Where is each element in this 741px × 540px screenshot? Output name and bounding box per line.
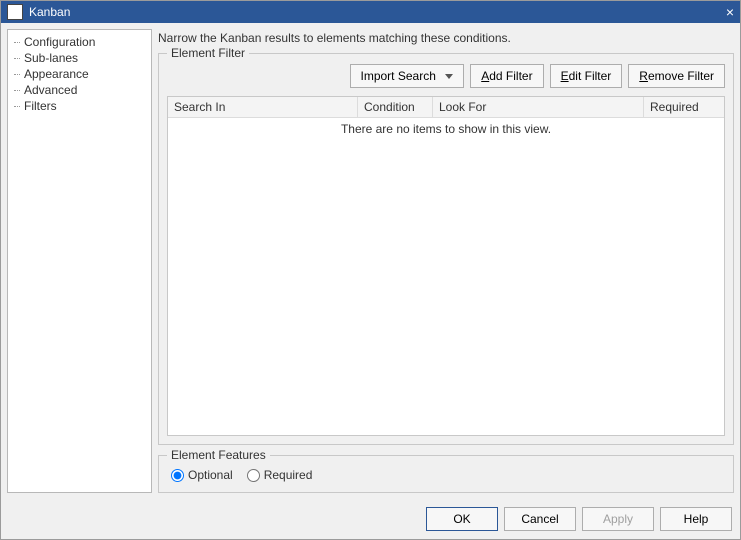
help-button[interactable]: Help (660, 507, 732, 531)
element-features-group: Element Features Optional Required (158, 455, 734, 493)
cancel-button[interactable]: Cancel (504, 507, 576, 531)
dialog-window: Kanban × Configuration Sub-lanes Appeara… (0, 0, 741, 540)
remove-filter-button[interactable]: Remove Filter (628, 64, 725, 88)
filter-toolbar: Import Search Add Filter Edit Filter Rem… (167, 64, 725, 88)
tree-item-advanced[interactable]: Advanced (10, 82, 149, 98)
filter-table: Search In Condition Look For Required Th… (167, 96, 725, 436)
nav-tree: Configuration Sub-lanes Appearance Advan… (7, 29, 152, 493)
empty-message: There are no items to show in this view. (341, 122, 551, 136)
apply-button[interactable]: Apply (582, 507, 654, 531)
tree-item-appearance[interactable]: Appearance (10, 66, 149, 82)
element-filter-group: Element Filter Import Search Add Filter … (158, 53, 734, 445)
radio-optional-input[interactable] (171, 469, 184, 482)
table-body: There are no items to show in this view. (168, 118, 724, 435)
col-search-in[interactable]: Search In (168, 97, 358, 117)
dialog-footer: OK Cancel Apply Help (1, 499, 740, 539)
radio-optional[interactable]: Optional (171, 468, 233, 482)
element-filter-label: Element Filter (167, 46, 249, 60)
table-header: Search In Condition Look For Required (168, 97, 724, 118)
dialog-body: Configuration Sub-lanes Appearance Advan… (1, 23, 740, 499)
tree-item-sub-lanes[interactable]: Sub-lanes (10, 50, 149, 66)
titlebar: Kanban × (1, 1, 740, 23)
window-title: Kanban (29, 5, 70, 19)
radio-required[interactable]: Required (247, 468, 313, 482)
tree-item-configuration[interactable]: Configuration (10, 34, 149, 50)
edit-filter-button[interactable]: Edit Filter (550, 64, 623, 88)
main-panel: Narrow the Kanban results to elements ma… (158, 29, 734, 493)
col-look-for[interactable]: Look For (433, 97, 644, 117)
col-condition[interactable]: Condition (358, 97, 433, 117)
import-search-button[interactable]: Import Search (350, 64, 465, 88)
element-features-label: Element Features (167, 448, 270, 462)
radio-required-input[interactable] (247, 469, 260, 482)
add-filter-button[interactable]: Add Filter (470, 64, 543, 88)
close-icon[interactable]: × (726, 4, 734, 20)
col-required[interactable]: Required (644, 97, 724, 117)
ok-button[interactable]: OK (426, 507, 498, 531)
app-icon (7, 4, 23, 20)
tree-item-filters[interactable]: Filters (10, 98, 149, 114)
chevron-down-icon (445, 74, 453, 79)
